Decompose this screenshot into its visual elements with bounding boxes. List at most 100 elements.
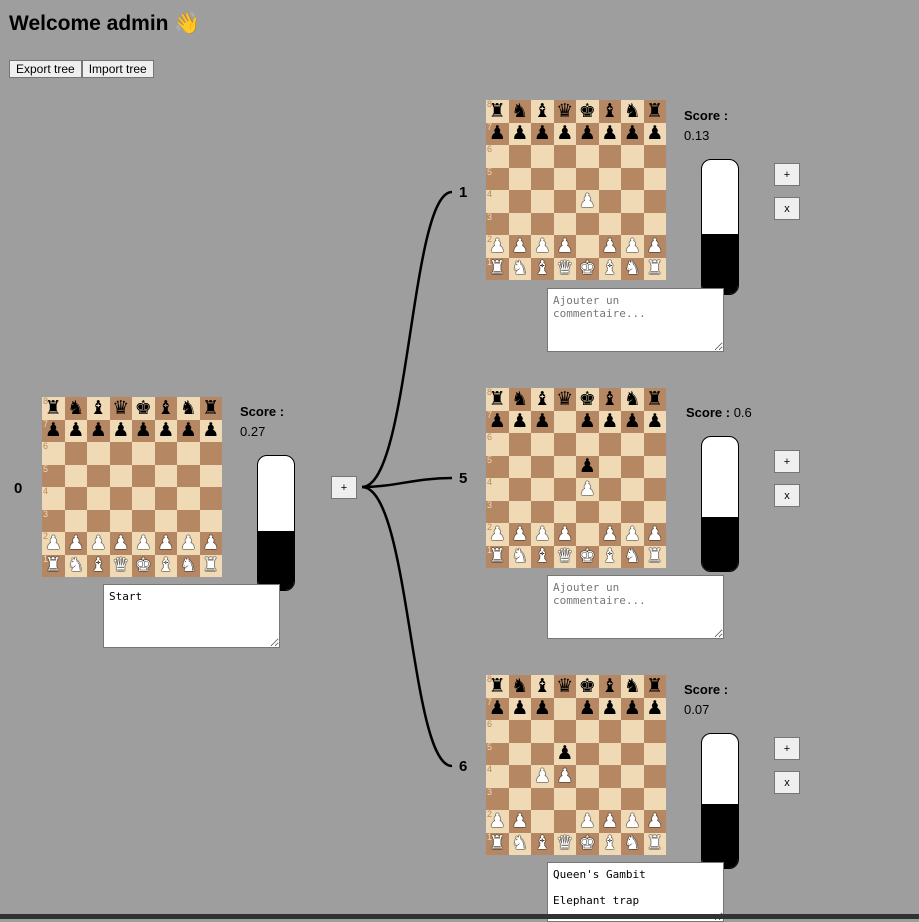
board-square[interactable]: ♟ [598,523,621,546]
board-square[interactable]: ♜ [643,388,666,411]
board-square[interactable]: ♝ [87,554,110,577]
board-square[interactable]: ♞ [64,397,87,420]
board-square[interactable] [643,190,666,213]
black-knight-icon[interactable]: ♞ [511,101,528,121]
white-knight-icon[interactable]: ♞ [180,556,197,575]
board-square[interactable]: ♚ [576,675,599,698]
board-square[interactable]: ♞ [621,257,644,280]
board-square[interactable]: ♛ [109,397,132,420]
board-square[interactable] [154,464,177,487]
board-square[interactable]: ♚ [576,100,599,123]
board-square[interactable]: ♟ [576,478,599,501]
board-square[interactable] [154,487,177,510]
board-square[interactable]: ♜ [643,832,666,855]
board-square[interactable]: ♜ [199,554,222,577]
white-pawn-icon[interactable]: ♟ [579,479,596,499]
board-square[interactable]: 8 ♜ [42,397,65,420]
board-square[interactable] [177,509,200,532]
board-square[interactable] [643,500,666,523]
black-bishop-icon[interactable]: ♝ [534,101,551,121]
board-square[interactable]: ♛ [553,100,576,123]
board-square[interactable]: ♟ [109,532,132,555]
board-square[interactable]: ♝ [598,832,621,855]
board-square[interactable]: ♞ [621,832,644,855]
board-square[interactable] [154,509,177,532]
board-square[interactable] [621,190,644,213]
board-square[interactable] [64,442,87,465]
board-square[interactable]: ♜ [643,100,666,123]
black-king-icon[interactable]: ♚ [579,389,596,409]
comment-textarea[interactable]: Queen's Gambit Elephant trap [547,862,724,922]
black-queen-icon[interactable]: ♛ [112,398,129,418]
board-square[interactable]: ♟ [531,235,554,258]
board-square[interactable] [553,500,576,523]
board-square[interactable]: ♚ [132,554,155,577]
black-knight-icon[interactable]: ♞ [511,389,528,409]
chess-board[interactable]: 8 ♜ ♞ ♝ ♛ ♚ ♝ ♞ ♜ 7 ♟ ♟ ♟ ♟ ♟ ♟ ♟ ♟ 6 5 4 ♟ 3 2 ♟ ♟ ♟ ♟ ♟ ♟ ♟ 1 ♜ ♞ ♝ ♛ ♚ ♝ ♞ ♜ [486,100,666,280]
board-square[interactable] [576,720,599,743]
board-square[interactable] [531,167,554,190]
comment-textarea[interactable] [547,288,724,352]
board-square[interactable] [177,487,200,510]
board-square[interactable]: ♟ [508,523,531,546]
white-rook-icon[interactable]: ♜ [646,834,663,853]
board-square[interactable]: 7 ♟ [486,697,509,720]
white-king-icon[interactable]: ♚ [135,556,152,575]
board-square[interactable] [553,212,576,235]
board-square[interactable]: ♟ [177,532,200,555]
black-bishop-icon[interactable]: ♝ [534,389,551,409]
board-square[interactable]: ♝ [531,545,554,568]
black-queen-icon[interactable]: ♛ [556,676,573,696]
white-pawn-icon[interactable]: ♟ [180,533,197,553]
white-pawn-icon[interactable]: ♟ [534,524,551,544]
board-square[interactable]: ♞ [621,545,644,568]
board-square[interactable] [621,478,644,501]
board-square[interactable]: ♟ [643,810,666,833]
white-knight-icon[interactable]: ♞ [511,834,528,853]
board-square[interactable]: ♞ [508,388,531,411]
white-pawn-icon[interactable]: ♟ [601,236,618,256]
board-square[interactable]: ♟ [177,419,200,442]
black-knight-icon[interactable]: ♞ [624,389,641,409]
black-pawn-icon[interactable]: ♟ [646,412,663,431]
white-bishop-icon[interactable]: ♝ [90,556,107,575]
board-square[interactable]: 1 ♜ [486,832,509,855]
board-square[interactable] [643,212,666,235]
board-square[interactable] [531,145,554,168]
board-square[interactable] [621,500,644,523]
white-queen-icon[interactable]: ♛ [556,259,573,278]
board-square[interactable]: ♟ [621,523,644,546]
board-square[interactable]: ♟ [87,419,110,442]
black-rook-icon[interactable]: ♜ [646,101,663,121]
board-square[interactable] [531,787,554,810]
board-square[interactable]: 3 [486,212,509,235]
board-square[interactable] [576,787,599,810]
board-square[interactable] [621,720,644,743]
board-square[interactable] [199,509,222,532]
board-square[interactable] [508,145,531,168]
black-knight-icon[interactable]: ♞ [624,101,641,121]
board-square[interactable] [64,487,87,510]
black-queen-icon[interactable]: ♛ [556,101,573,121]
board-square[interactable]: ♟ [643,410,666,433]
board-square[interactable]: ♚ [576,832,599,855]
black-pawn-icon[interactable]: ♟ [534,699,551,718]
white-bishop-icon[interactable]: ♝ [601,547,618,566]
board-square[interactable]: ♟ [553,235,576,258]
board-square[interactable]: ♟ [598,410,621,433]
board-square[interactable] [598,433,621,456]
black-knight-icon[interactable]: ♞ [67,398,84,418]
board-square[interactable] [598,212,621,235]
board-square[interactable]: ♟ [598,235,621,258]
black-pawn-icon[interactable]: ♟ [579,457,596,476]
board-square[interactable]: ♟ [508,810,531,833]
board-square[interactable]: ♟ [154,532,177,555]
board-square[interactable]: ♝ [598,257,621,280]
white-pawn-icon[interactable]: ♟ [624,811,641,831]
white-bishop-icon[interactable]: ♝ [601,259,618,278]
board-square[interactable] [643,455,666,478]
white-pawn-icon[interactable]: ♟ [202,533,219,553]
board-square[interactable]: ♟ [643,235,666,258]
board-square[interactable]: ♝ [154,554,177,577]
board-square[interactable]: ♟ [508,122,531,145]
